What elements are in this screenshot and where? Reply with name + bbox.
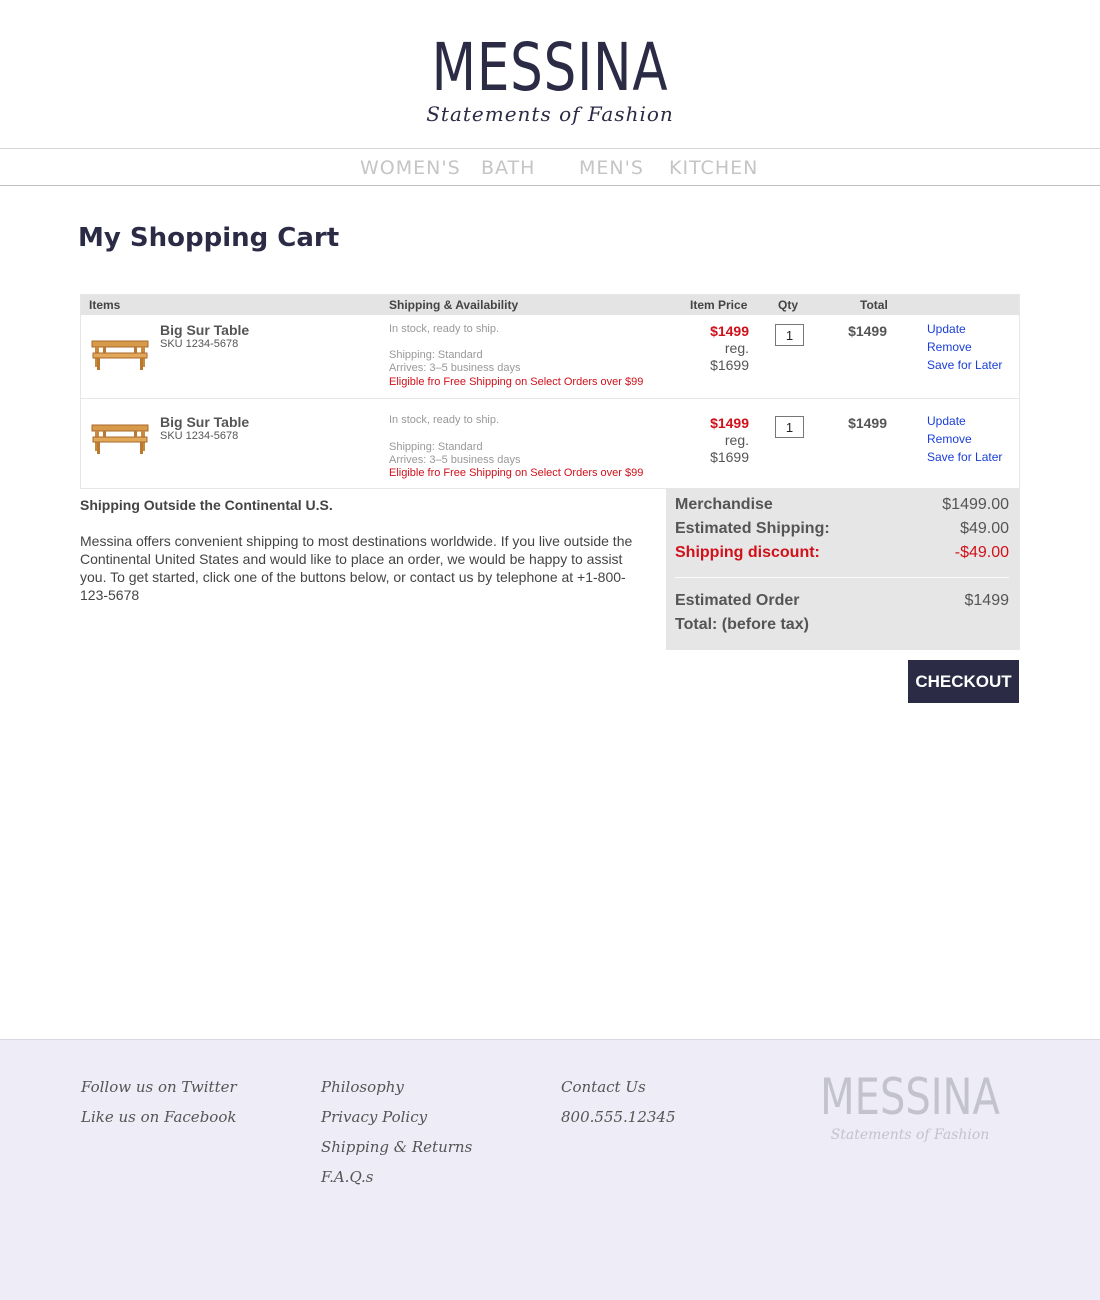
- twitter-link[interactable]: Follow us on Twitter: [81, 1078, 237, 1096]
- nav-item-mens[interactable]: MEN'S: [579, 157, 644, 179]
- checkout-button[interactable]: CHECKOUT: [908, 660, 1019, 703]
- update-link[interactable]: Update: [927, 322, 966, 336]
- table-thumbnail[interactable]: [91, 417, 149, 457]
- cart-row: Big Sur Table SKU 1234-5678 In stock, re…: [81, 315, 1019, 405]
- logo-wordmark: MESSINA: [431, 29, 669, 106]
- sale-price: $1499: [710, 415, 749, 431]
- save-for-later-link[interactable]: Save for Later: [927, 450, 1002, 464]
- arrival-estimate: Arrives: 3–5 business days: [389, 454, 521, 466]
- cart-table-header: Items Shipping & Availability Item Price…: [81, 295, 1019, 315]
- save-for-later-link[interactable]: Save for Later: [927, 358, 1002, 372]
- column-header-items: Items: [89, 298, 121, 312]
- contact-us-link[interactable]: Contact Us: [561, 1078, 646, 1096]
- column-header-shipping: Shipping & Availability: [389, 298, 519, 312]
- order-total-label-line-2: Total: (before tax): [675, 616, 809, 633]
- regular-price-value: $1699: [710, 357, 749, 373]
- column-header-qty: Qty: [778, 298, 799, 312]
- update-link[interactable]: Update: [927, 414, 966, 428]
- regular-price-label: reg.: [724, 340, 749, 356]
- shipping-method: Shipping: Standard: [389, 349, 483, 361]
- remove-link[interactable]: Remove: [927, 432, 972, 446]
- sale-price: $1499: [710, 323, 749, 339]
- nav-item-womens[interactable]: WOMEN'S: [360, 157, 461, 179]
- item-sku: SKU 1234-5678: [160, 338, 239, 350]
- header-logo[interactable]: MESSINA Statements of Fashion: [0, 0, 1100, 148]
- arrival-estimate: Arrives: 3–5 business days: [389, 362, 521, 374]
- item-sku: SKU 1234-5678: [160, 430, 239, 442]
- regular-price-value: $1699: [710, 449, 749, 465]
- footer: Follow us on Twitter Like us on Facebook…: [0, 1039, 1100, 1300]
- international-shipping-title: Shipping Outside the Continental U.S.: [80, 497, 333, 513]
- privacy-policy-link[interactable]: Privacy Policy: [321, 1108, 427, 1126]
- shipping-discount-value: -$49.00: [954, 544, 1009, 561]
- summary-divider: [675, 577, 1009, 578]
- free-shipping-promo: Eligible fro Free Shipping on Select Ord…: [389, 467, 644, 479]
- page-title: My Shopping Cart: [78, 223, 340, 253]
- order-total-label: Estimated Order: [675, 592, 800, 609]
- row-total: $1499: [848, 415, 887, 431]
- merchandise-value: $1499.00: [942, 496, 1009, 513]
- shipping-discount-label: Shipping discount:: [675, 544, 820, 561]
- regular-price: reg. $1699: [641, 340, 749, 374]
- quantity-input[interactable]: [775, 324, 804, 346]
- nav-item-kitchen[interactable]: KITCHEN: [669, 157, 758, 179]
- footer-logo-wordmark: MESSINA: [820, 1068, 1000, 1126]
- nav-item-bath[interactable]: BATH: [481, 157, 535, 179]
- regular-price-label: reg.: [724, 432, 749, 448]
- column-header-total: Total: [860, 298, 888, 312]
- phone-number[interactable]: 800.555.12345: [561, 1108, 676, 1126]
- regular-price: reg. $1699: [641, 432, 749, 466]
- item-name[interactable]: Big Sur Table: [160, 414, 249, 430]
- row-total: $1499: [848, 323, 887, 339]
- merchandise-label: Merchandise: [675, 496, 773, 513]
- table-thumbnail[interactable]: [91, 333, 149, 373]
- item-name[interactable]: Big Sur Table: [160, 322, 249, 338]
- faq-link[interactable]: F.A.Q.s: [321, 1168, 373, 1186]
- international-shipping-text: Messina offers convenient shipping to mo…: [80, 533, 633, 603]
- main-nav: WOMEN'S BATH MEN'S KITCHEN: [0, 148, 1100, 186]
- shipping-method: Shipping: Standard: [389, 441, 483, 453]
- logo-tagline: Statements of Fashion: [426, 102, 674, 126]
- estimated-shipping-value: $49.00: [960, 520, 1009, 537]
- order-summary: Merchandise $1499.00 Estimated Shipping:…: [666, 489, 1020, 650]
- stock-status: In stock, ready to ship.: [389, 414, 500, 426]
- estimated-shipping-label: Estimated Shipping:: [675, 520, 830, 537]
- philosophy-link[interactable]: Philosophy: [321, 1078, 404, 1096]
- shipping-returns-link[interactable]: Shipping & Returns: [321, 1138, 472, 1156]
- facebook-link[interactable]: Like us on Facebook: [81, 1108, 236, 1126]
- footer-logo-tagline: Statements of Fashion: [830, 1127, 990, 1143]
- order-total-value: $1499: [964, 592, 1010, 609]
- cart-row: Big Sur Table SKU 1234-5678 In stock, re…: [81, 398, 1019, 488]
- stock-status: In stock, ready to ship.: [389, 323, 500, 335]
- quantity-input[interactable]: [775, 416, 804, 438]
- cart-table: Items Shipping & Availability Item Price…: [80, 294, 1020, 489]
- remove-link[interactable]: Remove: [927, 340, 972, 354]
- free-shipping-promo: Eligible fro Free Shipping on Select Ord…: [389, 376, 644, 388]
- column-header-item-price: Item Price: [690, 298, 748, 312]
